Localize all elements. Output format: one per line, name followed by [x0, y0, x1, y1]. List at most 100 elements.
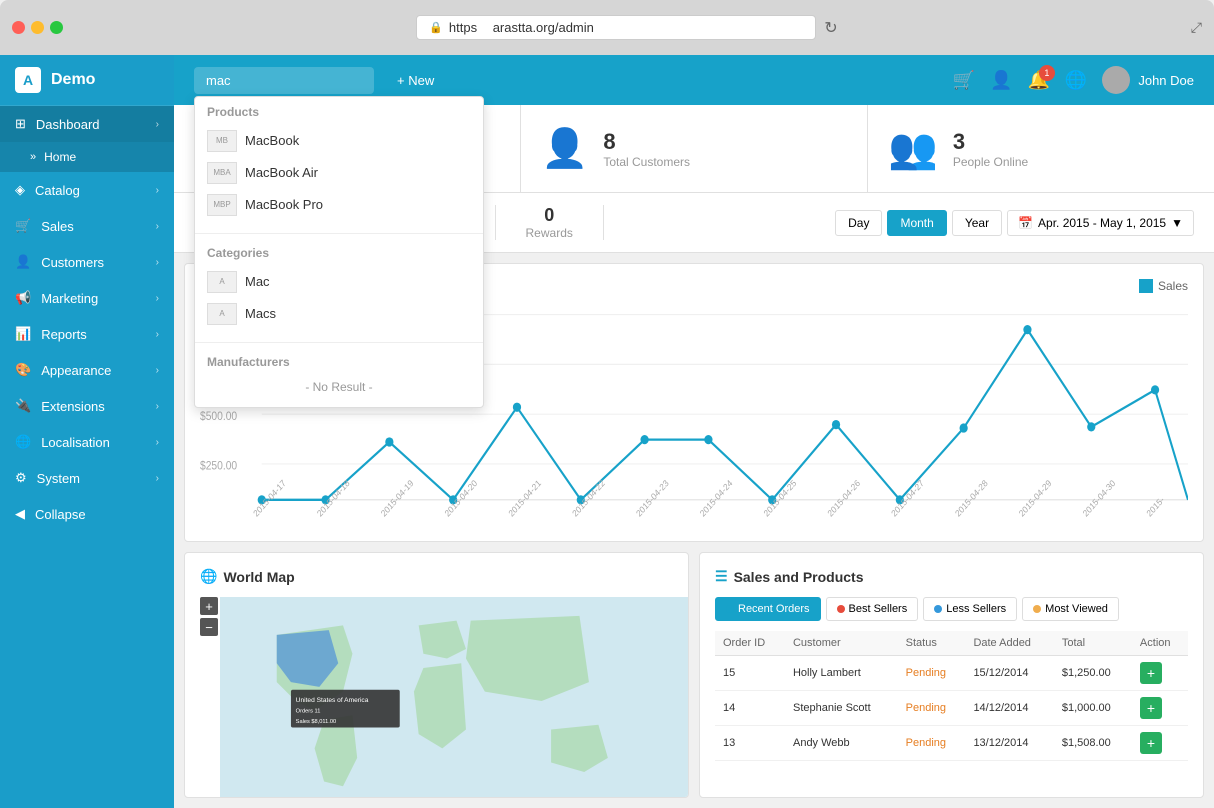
product-item-macbook-air[interactable]: MBA MacBook Air [207, 157, 471, 189]
tab-recent-orders-label: Recent Orders [738, 603, 810, 615]
macbook-thumbnail: MB [207, 130, 237, 152]
order-action-button[interactable]: + [1140, 697, 1162, 719]
close-dot[interactable] [12, 21, 25, 34]
orders-table: Order ID Customer Status Date Added Tota… [715, 631, 1188, 761]
category-item-mac[interactable]: A Mac [207, 266, 471, 298]
order-date: 13/12/2014 [965, 726, 1053, 761]
tab-best-sellers[interactable]: Best Sellers [826, 597, 919, 621]
sidebar-item-catalog[interactable]: ◈ Catalog › [0, 172, 174, 208]
less-sellers-dot [934, 605, 942, 613]
sidebar-item-appearance[interactable]: 🎨 Appearance › [0, 352, 174, 388]
sidebar: A Demo ⊞ Dashboard › Home ◈ Catalog › [0, 55, 174, 808]
tab-less-sellers[interactable]: Less Sellers [923, 597, 1017, 621]
chevron-right-icon: › [156, 437, 159, 448]
tab-most-viewed[interactable]: Most Viewed [1022, 597, 1119, 621]
category-item-macs[interactable]: A Macs [207, 298, 471, 330]
day-button[interactable]: Day [835, 210, 882, 236]
tab-most-viewed-label: Most Viewed [1045, 603, 1108, 615]
order-action-button[interactable]: + [1140, 662, 1162, 684]
new-button[interactable]: + New [389, 69, 442, 92]
sidebar-item-marketing[interactable]: 📢 Marketing › [0, 280, 174, 316]
sidebar-item-collapse[interactable]: ◀ Collapse [0, 496, 174, 532]
product-item-macbook-pro[interactable]: MBP MacBook Pro [207, 189, 471, 221]
sidebar-item-home[interactable]: Home [0, 142, 174, 172]
svg-text:2015-04-24: 2015-04-24 [698, 478, 734, 519]
chevron-right-icon: › [156, 401, 159, 412]
stat-card-people: 👥 3 People Online [868, 105, 1214, 192]
svg-text:Orders 11: Orders 11 [296, 708, 321, 714]
product-item-macbook[interactable]: MB MacBook [207, 125, 471, 157]
col-total: Total [1054, 631, 1132, 656]
sidebar-label-sales: Sales [41, 219, 74, 234]
sidebar-item-extensions[interactable]: 🔌 Extensions › [0, 388, 174, 424]
recent-orders-dot [726, 605, 734, 613]
date-picker-button[interactable]: 📅 Apr. 2015 - May 1, 2015 ▼ [1007, 210, 1194, 236]
order-id: 15 [715, 656, 785, 691]
no-result-text: - No Result - [207, 375, 471, 399]
world-map-title: 🌐 World Map [200, 568, 673, 585]
date-range-text: Apr. 2015 - May 1, 2015 [1038, 216, 1166, 230]
customers-stat-icon: 👤 [541, 127, 588, 171]
sidebar-item-system[interactable]: ⚙ System › [0, 460, 174, 496]
sidebar-label-home: Home [44, 150, 76, 164]
sidebar-title: Demo [51, 71, 95, 89]
order-date: 14/12/2014 [965, 691, 1053, 726]
dashboard-icon: ⊞ [15, 116, 26, 132]
sidebar-item-dashboard[interactable]: ⊞ Dashboard › [0, 106, 174, 142]
cart-button[interactable]: 🛒 [953, 70, 975, 91]
sidebar-label-collapse: Collapse [35, 507, 86, 522]
sidebar-item-reports[interactable]: 📊 Reports › [0, 316, 174, 352]
chevron-right-icon: › [156, 221, 159, 232]
time-controls: Day Month Year 📅 Apr. 2015 - May 1, 2015… [835, 210, 1194, 236]
stat-text-people: 3 People Online [953, 129, 1028, 169]
chevron-right-icon: › [156, 365, 159, 376]
col-date: Date Added [965, 631, 1053, 656]
browser-chrome: 🔒 https arastta.org/admin ↻ ⤢ [0, 0, 1214, 55]
svg-text:2015-04-29: 2015-04-29 [1017, 478, 1053, 519]
month-button[interactable]: Month [887, 210, 946, 236]
year-button[interactable]: Year [952, 210, 1002, 236]
sidebar-label-appearance: Appearance [41, 363, 111, 378]
search-input[interactable] [194, 67, 374, 94]
chevron-right-icon: › [156, 185, 159, 196]
products-section-title: Products [207, 105, 471, 119]
window-controls [12, 21, 63, 34]
order-action-button[interactable]: + [1140, 732, 1162, 754]
zoom-in-button[interactable]: + [200, 597, 218, 615]
order-customer: Stephanie Scott [785, 691, 898, 726]
sidebar-item-customers[interactable]: 👤 Customers › [0, 244, 174, 280]
sidebar-label-dashboard: Dashboard [36, 117, 100, 132]
extensions-icon: 🔌 [15, 398, 31, 414]
sidebar-item-sales[interactable]: 🛒 Sales › [0, 208, 174, 244]
url-input[interactable]: 🔒 https arastta.org/admin [416, 15, 816, 40]
lock-icon: 🔒 [429, 21, 443, 34]
notifications-button[interactable]: 🔔 1 [1028, 70, 1050, 91]
minimize-dot[interactable] [31, 21, 44, 34]
order-customer: Andy Webb [785, 726, 898, 761]
sidebar-label-catalog: Catalog [35, 183, 80, 198]
svg-text:$250.00: $250.00 [200, 460, 237, 473]
tab-recent-orders[interactable]: Recent Orders [715, 597, 821, 621]
maximize-dot[interactable] [50, 21, 63, 34]
globe-button[interactable]: 🌐 [1065, 70, 1087, 91]
people-label: People Online [953, 155, 1028, 169]
collapse-icon: ◀ [15, 506, 25, 522]
rewards-stat-label: Rewards [526, 226, 573, 240]
order-total: $1,508.00 [1054, 726, 1132, 761]
sidebar-item-localisation[interactable]: 🌐 Localisation › [0, 424, 174, 460]
user-info[interactable]: John Doe [1102, 66, 1194, 94]
address-bar: 🔒 https arastta.org/admin ↻ [71, 15, 1183, 40]
user-button[interactable]: 👤 [990, 70, 1012, 91]
chevron-down-icon: ▼ [1171, 216, 1183, 230]
fullscreen-button[interactable]: ⤢ [1191, 19, 1202, 36]
reload-button[interactable]: ↻ [824, 18, 837, 38]
notification-badge: 1 [1039, 65, 1055, 81]
app-container: A Demo ⊞ Dashboard › Home ◈ Catalog › [0, 55, 1214, 808]
manufacturers-section: Manufacturers - No Result - [195, 347, 483, 407]
sidebar-header: A Demo [0, 55, 174, 106]
zoom-out-button[interactable]: − [200, 618, 218, 636]
sidebar-label-reports: Reports [41, 327, 87, 342]
table-row: 13 Andy Webb Pending 13/12/2014 $1,508.0… [715, 726, 1188, 761]
sidebar-label-system: System [37, 471, 80, 486]
svg-text:Sales $8,011.00: Sales $8,011.00 [296, 719, 336, 725]
